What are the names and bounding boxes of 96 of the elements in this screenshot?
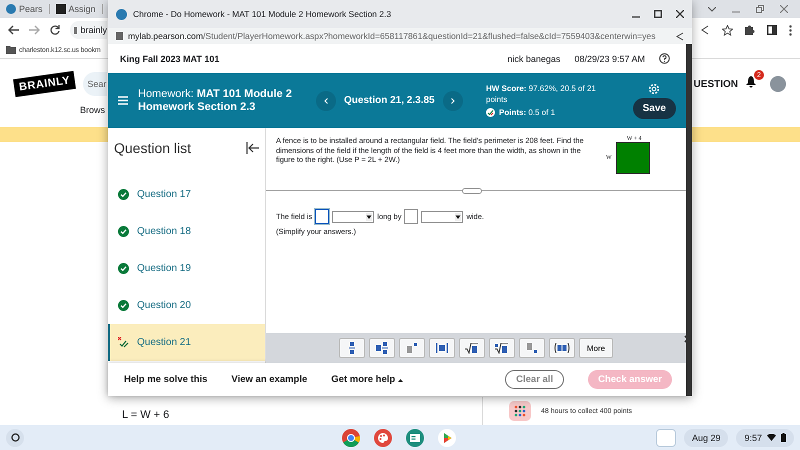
pearson-icon [116, 8, 127, 20]
more-button[interactable]: More [578, 338, 614, 358]
launcher-button[interactable] [6, 428, 24, 446]
browser-tab[interactable]: Assign [68, 4, 96, 14]
check-circle-icon [118, 263, 129, 274]
check-circle-icon [118, 300, 129, 311]
avatar[interactable] [770, 76, 786, 92]
partial-credit-icon [118, 337, 129, 348]
more-menu-icon[interactable] [789, 24, 792, 36]
chevron-down-icon[interactable] [708, 6, 716, 12]
ordered-pair-icon [554, 343, 570, 353]
search-field[interactable]: Sear [83, 72, 108, 96]
question-item[interactable]: Question 20 [108, 287, 265, 324]
exponent-icon [406, 343, 417, 353]
reload-icon[interactable] [50, 25, 60, 35]
question-item[interactable]: Question 19 [108, 250, 265, 287]
share-icon[interactable] [676, 32, 684, 40]
maximize-icon[interactable] [654, 10, 662, 18]
mixed-number-icon [376, 342, 388, 354]
check-circle-icon [118, 226, 129, 237]
url-host: mylab.pearson.com [128, 31, 203, 41]
question-item[interactable]: Question 21 [108, 324, 265, 361]
dropdown-arrow-icon [366, 212, 372, 220]
course-name: King Fall 2023 MAT 101 [120, 54, 220, 64]
site-info-icon [74, 26, 78, 34]
ask-question-link[interactable]: UESTION [694, 78, 738, 90]
question-label: Question 21, 2.3.85 [344, 95, 435, 106]
dropdown-arrow-icon [455, 212, 462, 220]
unit-dropdown[interactable] [421, 210, 464, 222]
wifi-icon [767, 434, 776, 441]
pearson-icon [6, 4, 16, 14]
math-template-button[interactable] [548, 338, 575, 358]
answer-input-field[interactable] [404, 209, 418, 224]
palette-icon[interactable] [374, 428, 392, 446]
math-template-button[interactable] [368, 338, 395, 358]
unit-dropdown[interactable] [332, 210, 374, 222]
fraction-icon [348, 342, 355, 354]
chevron-right-icon [450, 98, 455, 104]
math-template-button[interactable] [428, 338, 455, 358]
question-list-title: Question list [114, 140, 192, 156]
expand-handle[interactable] [462, 188, 482, 194]
subscript-icon [526, 343, 537, 353]
date-time: 08/29/23 9:57 AM [574, 54, 645, 64]
answer-input-field[interactable] [315, 209, 330, 224]
help-icon[interactable] [659, 53, 670, 64]
play-store-icon[interactable] [438, 428, 456, 446]
question-item[interactable]: Question 17 [108, 176, 265, 213]
browse-link[interactable]: Brows [80, 105, 106, 115]
share-icon[interactable] [700, 25, 710, 35]
browser-tab[interactable]: Pears [19, 4, 43, 14]
address-bar[interactable]: brainly [70, 21, 107, 39]
settings-icon[interactable] [648, 82, 660, 94]
battery-icon [781, 433, 786, 442]
site-icon [56, 4, 66, 14]
bell-icon[interactable] [746, 76, 756, 88]
puzzle-piece-icon[interactable] [745, 25, 755, 35]
tray-thumbnail[interactable] [656, 428, 676, 446]
app-grid-icon [509, 401, 531, 421]
partial-credit-icon [486, 108, 495, 117]
launcher-icon [10, 433, 20, 442]
question-item[interactable]: Question 18 [108, 213, 265, 250]
square-root-icon [465, 342, 478, 354]
clock-button[interactable]: 9:57 [736, 428, 794, 446]
rectangle-figure [616, 142, 650, 174]
answer-line: L = W + 6 [122, 409, 170, 421]
points: Points: 0.5 of 1 [499, 107, 556, 118]
caret-icon [398, 379, 403, 382]
chrome-icon[interactable] [342, 428, 360, 446]
absolute-value-icon [436, 343, 448, 353]
help-link[interactable]: Help me solve this [124, 374, 208, 385]
user-name: nick banegas [507, 54, 560, 64]
check-circle-icon [118, 189, 129, 200]
classroom-icon[interactable] [406, 428, 424, 446]
hw-score: HW Score: 97.62%, 20.5 of 21 points [486, 83, 597, 105]
side-panel-icon[interactable] [767, 25, 777, 35]
math-template-button[interactable] [458, 338, 485, 358]
menu-icon[interactable] [118, 96, 128, 105]
folder-icon [6, 46, 16, 54]
nth-root-icon [495, 342, 508, 354]
star-icon[interactable] [722, 24, 733, 36]
more-help-link[interactable]: Get more help [331, 374, 403, 385]
math-template-button[interactable] [338, 338, 365, 358]
help-link[interactable]: View an example [231, 374, 308, 385]
window-title: Chrome - Do Homework - MAT 101 Module 2 Homework Section 2.3 [133, 9, 392, 19]
site-info-icon [116, 32, 123, 40]
url-path: /Student/PlayerHomework.aspx?homeworkId=658117861&questionId=21&flushed=false&cId=7559403&centerwin=yes [203, 31, 656, 41]
brainly-logo[interactable]: BRAINLY [13, 70, 76, 98]
clear-all-button[interactable]: Clear all [505, 370, 564, 389]
homework-title: Homework: MAT 101 Module 2 Homework Section 2.3 [138, 88, 293, 114]
chevron-left-icon [324, 98, 328, 104]
collapse-icon[interactable] [246, 142, 259, 154]
back-arrow-icon[interactable] [8, 25, 19, 35]
restore-icon[interactable] [756, 5, 764, 13]
save-button[interactable]: Save [632, 98, 676, 118]
date-button[interactable]: Aug 29 [684, 428, 728, 446]
math-template-button[interactable] [488, 338, 515, 358]
